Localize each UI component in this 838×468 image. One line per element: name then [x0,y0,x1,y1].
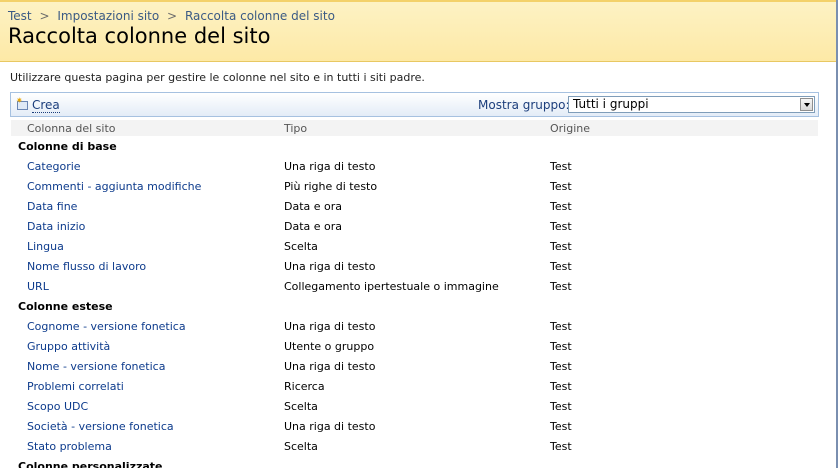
group-heading: Colonne estese [18,300,113,313]
site-column-link[interactable]: Nome flusso di lavoro [27,260,146,273]
breadcrumb-current: Raccolta colonne del sito [184,9,335,23]
column-type: Una riga di testo [284,320,376,333]
column-type: Collegamento ipertestuale o immagine [284,280,499,293]
group-select[interactable]: Tutti i gruppi [568,96,815,113]
site-column-link[interactable]: Commenti - aggiunta modifiche [27,180,201,193]
table-row: URL Collegamento ipertestuale o immagine T… [0,280,838,300]
toolbar: ✷ Crea Mostra gruppo: Tutti i gruppi [10,92,819,117]
column-origin: Test [550,240,572,253]
site-column-link[interactable]: Data fine [27,200,77,213]
group-heading: Colonne personalizzate [18,460,163,468]
table-row: Lingua Scelta Test [0,240,838,260]
column-origin: Test [550,260,572,273]
site-column-link[interactable]: URL [27,280,49,293]
table-row: Data inizio Data e ora Test [0,220,838,240]
table-row: Problemi correlati Ricerca Test [0,380,838,400]
table-row: Società - versione fonetica Una riga di t… [0,420,838,440]
site-column-link[interactable]: Problemi correlati [27,380,124,393]
column-type: Una riga di testo [284,260,376,273]
show-group-label: Mostra gruppo: [478,98,570,112]
column-type: Una riga di testo [284,360,376,373]
chevron-down-icon[interactable] [800,98,813,111]
group-select-value: Tutti i gruppi [573,97,649,111]
table-row: Data fine Data e ora Test [0,200,838,220]
site-column-link[interactable]: Cognome - versione fonetica [27,320,186,333]
breadcrumb-separator: > [39,9,50,23]
column-header-type[interactable]: Tipo [284,122,307,135]
new-item-icon: ✷ [16,96,30,111]
site-column-link[interactable]: Nome - versione fonetica [27,360,165,373]
new-column-label: Crea [32,97,60,113]
table-header: Colonna del sito Tipo Origine [11,120,818,136]
column-type: Ricerca [284,380,325,393]
new-column-button[interactable]: ✷ Crea [16,96,60,113]
column-type: Data e ora [284,220,343,233]
column-header-origin[interactable]: Origine [550,122,590,135]
column-origin: Test [550,200,572,213]
column-origin: Test [550,180,572,193]
breadcrumb-separator: > [167,9,178,23]
site-column-link[interactable]: Categorie [27,160,81,173]
site-column-link[interactable]: Lingua [27,240,64,253]
column-type: Scelta [284,240,318,253]
site-column-link[interactable]: Scopo UDC [27,400,88,413]
column-origin: Test [550,220,572,233]
group-heading: Colonne di base [18,140,117,153]
page-title: Raccolta colonne del sito [8,24,271,48]
column-origin: Test [550,400,572,413]
breadcrumb-link-home[interactable]: Test [8,9,32,23]
title-area: Test > Impostazioni sito > Raccolta colo… [0,0,838,62]
table-row: Scopo UDC Scelta Test [0,400,838,420]
column-type: Una riga di testo [284,160,376,173]
column-type: Più righe di testo [284,180,378,193]
breadcrumb-link-site-settings[interactable]: Impostazioni sito [57,9,159,23]
column-type: Una riga di testo [284,420,376,433]
column-origin: Test [550,160,572,173]
column-type: Scelta [284,440,318,453]
column-origin: Test [550,440,572,453]
column-origin: Test [550,280,572,293]
column-origin: Test [550,320,572,333]
site-column-link[interactable]: Società - versione fonetica [27,420,174,433]
column-origin: Test [550,420,572,433]
column-header-site-column[interactable]: Colonna del sito [27,122,116,135]
site-column-link[interactable]: Data inizio [27,220,85,233]
column-origin: Test [550,380,572,393]
table-row: Categorie Una riga di testo Test [0,160,838,180]
table-row: Stato problema Scelta Test [0,440,838,460]
column-origin: Test [550,360,572,373]
column-type: Utente o gruppo [284,340,375,353]
page-description: Utilizzare questa pagina per gestire le … [10,71,425,84]
site-column-link[interactable]: Stato problema [27,440,112,453]
breadcrumb: Test > Impostazioni sito > Raccolta colo… [8,9,335,23]
column-type: Data e ora [284,200,343,213]
site-column-link[interactable]: Gruppo attività [27,340,110,353]
table-row: Nome - versione fonetica Una riga di test… [0,360,838,380]
table-row: Cognome - versione fonetica Una riga di t… [0,320,838,340]
table-row: Nome flusso di lavoro Una riga di testo Te… [0,260,838,280]
table-row: Gruppo attività Utente o gruppo Test [0,340,838,360]
column-type: Scelta [284,400,318,413]
table-row: Commenti - aggiunta modifiche Più righe d… [0,180,838,200]
column-origin: Test [550,340,572,353]
